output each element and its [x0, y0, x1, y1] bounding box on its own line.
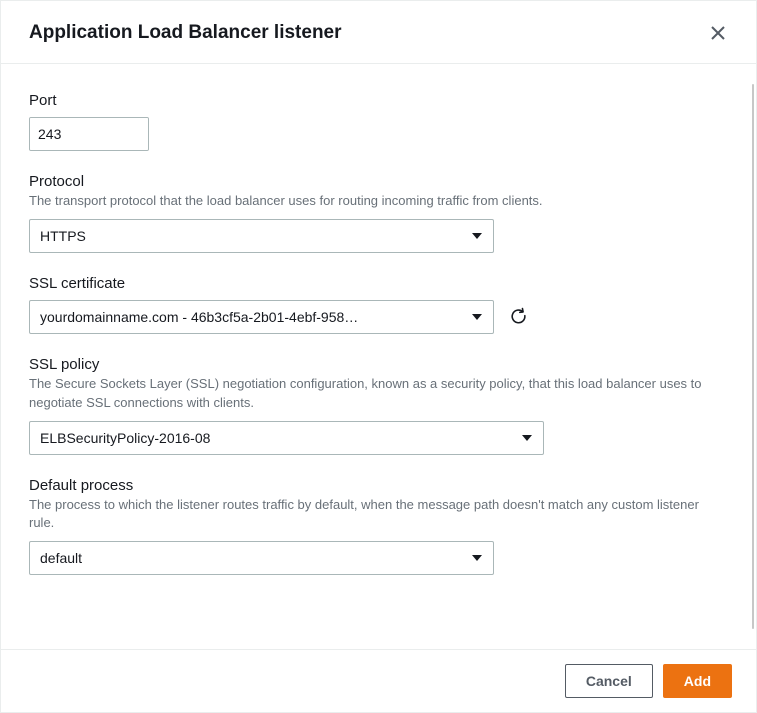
ssl-certificate-label: SSL certificate — [29, 275, 722, 292]
protocol-description: The transport protocol that the load bal… — [29, 192, 722, 211]
refresh-certificates-button[interactable] — [506, 305, 530, 329]
ssl-policy-field-group: SSL policy The Secure Sockets Layer (SSL… — [29, 356, 722, 455]
refresh-icon — [509, 307, 528, 326]
ssl-policy-select[interactable]: ELBSecurityPolicy-2016-08 — [29, 421, 544, 455]
default-process-description: The process to which the listener routes… — [29, 496, 722, 534]
ssl-policy-description: The Secure Sockets Layer (SSL) negotiati… — [29, 375, 722, 413]
ssl-certificate-select-value: yourdomainname.com - 46b3cf5a-2b01-4ebf-… — [40, 309, 358, 325]
modal-header: Application Load Balancer listener — [1, 1, 756, 64]
ssl-policy-select-value: ELBSecurityPolicy-2016-08 — [40, 430, 210, 446]
default-process-label: Default process — [29, 477, 722, 494]
default-process-select[interactable]: default — [29, 541, 494, 575]
modal-footer: Cancel Add — [1, 649, 756, 712]
ssl-certificate-row: yourdomainname.com - 46b3cf5a-2b01-4ebf-… — [29, 300, 722, 334]
close-button[interactable] — [704, 19, 732, 47]
ssl-certificate-field-group: SSL certificate yourdomainname.com - 46b… — [29, 275, 722, 334]
caret-down-icon — [471, 313, 483, 321]
protocol-label: Protocol — [29, 173, 722, 190]
cancel-button[interactable]: Cancel — [565, 664, 653, 698]
caret-down-icon — [521, 434, 533, 442]
ssl-policy-label: SSL policy — [29, 356, 722, 373]
add-button[interactable]: Add — [663, 664, 732, 698]
close-icon — [711, 26, 725, 40]
alb-listener-modal: Application Load Balancer listener Port — [0, 0, 757, 713]
port-input-wrapper — [29, 117, 149, 151]
default-process-select-value: default — [40, 550, 82, 566]
protocol-field-group: Protocol The transport protocol that the… — [29, 173, 722, 253]
protocol-select[interactable]: HTTPS — [29, 219, 494, 253]
protocol-select-value: HTTPS — [40, 228, 86, 244]
port-label: Port — [29, 92, 722, 109]
ssl-certificate-select[interactable]: yourdomainname.com - 46b3cf5a-2b01-4ebf-… — [29, 300, 494, 334]
caret-down-icon — [471, 554, 483, 562]
caret-down-icon — [471, 232, 483, 240]
port-field-group: Port — [29, 92, 722, 151]
modal-title: Application Load Balancer listener — [29, 22, 342, 44]
port-input[interactable] — [30, 118, 149, 150]
modal-body: Port Protocol The transport protocol — [1, 64, 756, 649]
default-process-field-group: Default process The process to which the… — [29, 477, 722, 576]
